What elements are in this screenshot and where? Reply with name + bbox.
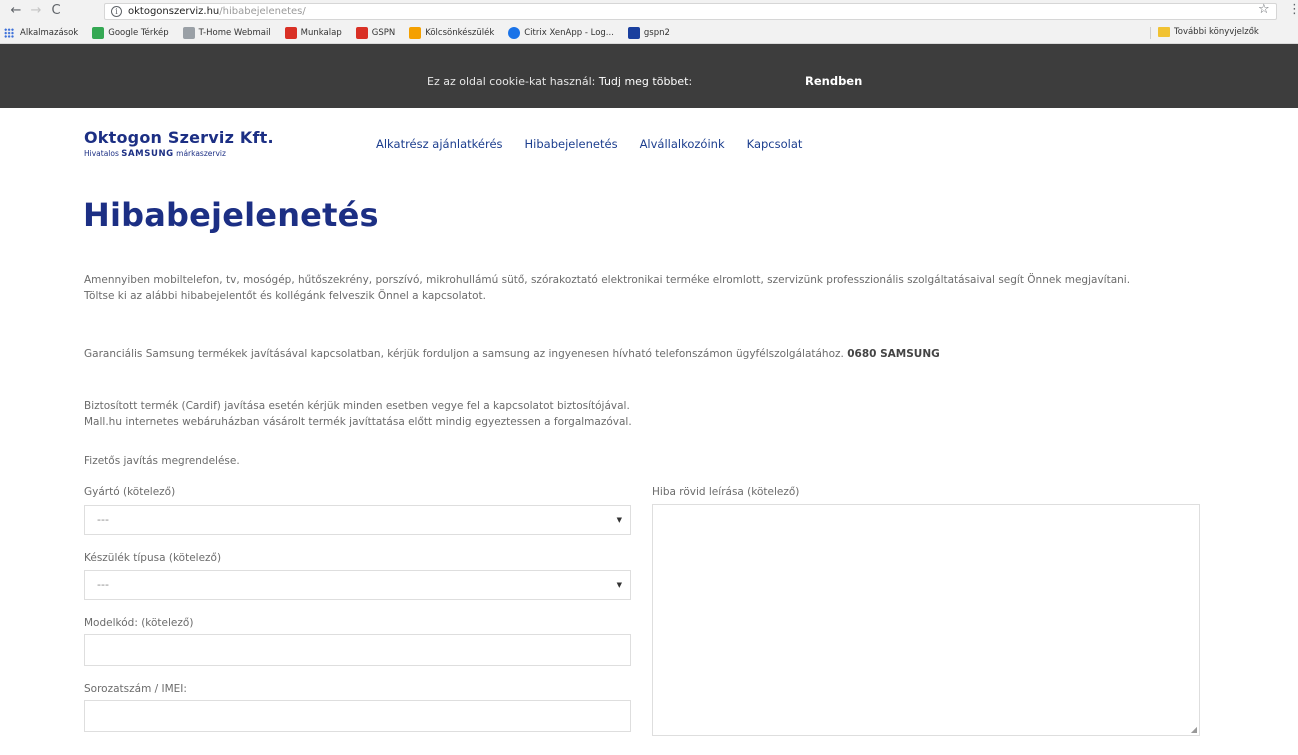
device-type-select[interactable]: --- ▼ [84, 570, 631, 600]
bookmark-gspn[interactable]: GSPN [355, 26, 396, 39]
site-logo[interactable]: Oktogon Szerviz Kft. Hivatalos SAMSUNG m… [84, 128, 274, 159]
kolcson-icon [409, 26, 422, 39]
nav-hibabejelentes[interactable]: Hibabejelenetés [525, 137, 618, 151]
cookie-banner: Ez az oldal cookie-kat használ: Tudj meg… [0, 44, 1298, 108]
bookmark-citrix[interactable]: Citrix XenApp - Log... [508, 26, 614, 39]
bookmarks-bar: Alkalmazások Google Térkép T-Home Webmai… [0, 22, 1298, 44]
chevron-down-icon: ▼ [616, 581, 622, 589]
brand-title: Oktogon Szerviz Kft. [84, 128, 274, 147]
model-code-input[interactable] [84, 634, 631, 666]
warranty-text: Garanciális Samsung termékek javításával… [84, 348, 844, 360]
page-title: Hibabejelenetés [83, 196, 379, 234]
brand-subtitle: Hivatalos SAMSUNG márkaszerviz [84, 149, 226, 159]
manufacturer-select[interactable]: --- ▼ [84, 505, 631, 535]
bookmark-label: gspn2 [643, 27, 670, 38]
bookmark-thome-webmail[interactable]: T-Home Webmail [182, 26, 271, 39]
url-bar[interactable]: i oktogonszerviz.hu/hibabejelenetes/ [104, 3, 1277, 20]
cookie-text: Ez az oldal cookie-kat használ: Tudj meg… [427, 75, 693, 88]
bookmark-label: Citrix XenApp - Log... [524, 27, 614, 38]
nav-kapcsolat[interactable]: Kapcsolat [747, 137, 803, 151]
apps-grid-icon [4, 27, 14, 38]
bookmark-label: T-Home Webmail [198, 27, 271, 38]
bookmark-munkalap[interactable]: Munkalap [284, 26, 342, 39]
folder-icon [1158, 27, 1170, 37]
device-type-label: Készülék típusa (kötelező) [84, 552, 222, 564]
device-type-selected-value: --- [97, 578, 109, 591]
maps-icon [92, 26, 105, 39]
bookmark-label: Alkalmazások [20, 27, 79, 38]
info-icon[interactable]: i [111, 6, 122, 17]
bookmark-star-icon[interactable]: ☆ [1258, 2, 1270, 17]
description-textarea[interactable]: ◢ [652, 504, 1200, 736]
manufacturer-label: Gyártó (kötelező) [84, 486, 176, 498]
intro-text-1: Amennyiben mobiltelefon, tv, mosógép, hű… [84, 274, 1131, 286]
bookmark-label: GSPN [371, 27, 396, 38]
more-bookmarks[interactable]: További könyvjelzők [1158, 27, 1259, 37]
bookmark-apps[interactable]: Alkalmazások [4, 27, 79, 38]
cookie-more-link[interactable]: Tudj meg többet [599, 75, 689, 88]
cookie-message: Ez az oldal cookie-kat használ: [427, 75, 596, 88]
browser-menu-icon[interactable]: ⋮ [1288, 2, 1298, 17]
url-path: /hibabejelenetes/ [219, 6, 306, 17]
nav-alkatresz-ajanlatkeres[interactable]: Alkatrész ajánlatkérés [376, 137, 503, 151]
resize-handle-icon[interactable]: ◢ [1191, 725, 1197, 734]
model-code-label: Modelkód: (kötelező) [84, 617, 194, 629]
bookmark-google-maps[interactable]: Google Térkép [92, 26, 169, 39]
forward-arrow-icon[interactable]: → [26, 1, 46, 21]
insured-text-1: Biztosított termék (Cardif) javítása ese… [84, 400, 630, 412]
insured-paragraph: Biztosított termék (Cardif) javítása ese… [84, 398, 1214, 430]
paid-repair-text: Fizetős javítás megrendelése. [84, 455, 240, 467]
s-icon [627, 26, 640, 39]
browser-toolbar: ← → C i oktogonszerviz.hu/hibabejelenete… [0, 0, 1298, 22]
serial-imei-input[interactable] [84, 700, 631, 732]
thome-icon [182, 26, 195, 39]
intro-text-2: Töltse ki az alábbi hibabejelentőt és ko… [84, 290, 486, 302]
bookmark-gspn2[interactable]: gspn2 [627, 26, 670, 39]
warranty-phone: 0680 SAMSUNG [847, 348, 940, 360]
bookmark-label: Kölcsönkészülék [425, 27, 495, 38]
cookie-accept-button[interactable]: Rendben [805, 74, 862, 88]
description-label: Hiba rövid leírása (kötelező) [652, 486, 800, 498]
main-navigation: Alkatrész ajánlatkérés Hibabejelenetés A… [376, 137, 824, 151]
serial-label: Sorozatszám / IMEI: [84, 683, 187, 695]
reload-icon[interactable]: C [46, 1, 66, 21]
more-bookmarks-label: További könyvjelzők [1174, 27, 1259, 37]
bookmarks-separator [1150, 27, 1151, 39]
citrix-icon [508, 26, 521, 39]
warranty-paragraph: Garanciális Samsung termékek javításával… [84, 346, 1214, 362]
url-domain: oktogonszerviz.hu [128, 6, 220, 17]
gspn-icon [355, 26, 368, 39]
manufacturer-selected-value: --- [97, 513, 109, 526]
intro-paragraph: Amennyiben mobiltelefon, tv, mosógép, hű… [84, 272, 1214, 304]
back-arrow-icon[interactable]: ← [6, 1, 26, 21]
munkalap-icon [284, 26, 297, 39]
bookmark-kolcsonkeszulek[interactable]: Kölcsönkészülék [409, 26, 495, 39]
bookmark-label: Munkalap [300, 27, 342, 38]
nav-alvallalkozoink[interactable]: Alvállalkozóink [640, 137, 725, 151]
chevron-down-icon: ▼ [616, 516, 622, 524]
insured-text-2: Mall.hu internetes webáruházban vásárolt… [84, 416, 632, 428]
bookmark-label: Google Térkép [108, 27, 169, 38]
